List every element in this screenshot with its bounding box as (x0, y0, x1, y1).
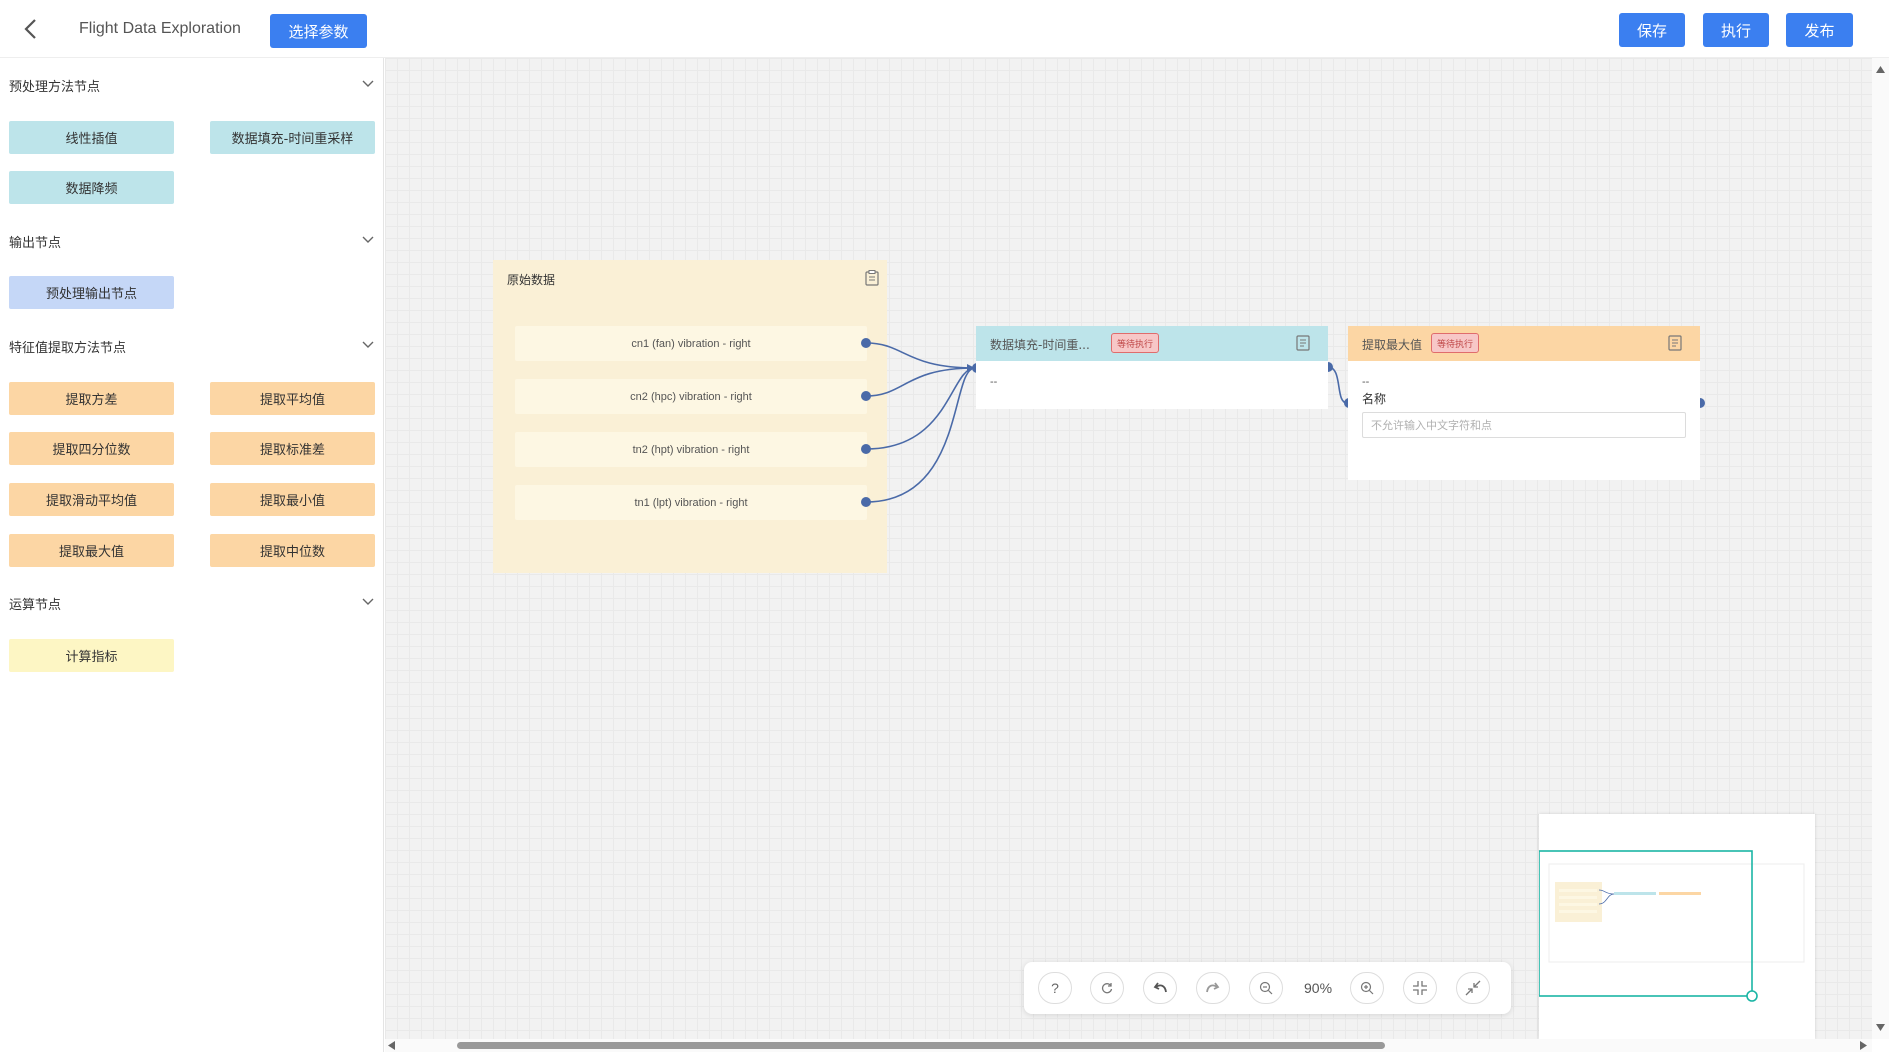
section-title-preprocess[interactable]: 预处理方法节点 (9, 76, 100, 95)
zoom-in-button[interactable] (1350, 972, 1384, 1004)
node-chip-stddev[interactable]: 提取标准差 (210, 432, 375, 465)
node-header: 提取最大值 等待执行 (1348, 326, 1700, 361)
help-button[interactable]: ? (1038, 972, 1072, 1004)
node-chip-max[interactable]: 提取最大值 (9, 534, 174, 567)
shrink-icon (1465, 980, 1481, 996)
node-chip-moving-avg[interactable]: 提取滑动平均值 (9, 483, 174, 516)
node-chip-preprocess-output[interactable]: 预处理输出节点 (9, 276, 174, 309)
execute-button[interactable]: 执行 (1703, 13, 1769, 47)
horizontal-scroll-thumb[interactable] (457, 1042, 1385, 1049)
document-icon[interactable] (1668, 335, 1682, 351)
refresh-icon (1101, 983, 1113, 994)
redo-icon (1206, 982, 1220, 993)
node-palette-sidebar: 预处理方法节点 线性插值 数据填充-时间重采样 数据降频 输出节点 预处理输出节… (0, 58, 384, 1052)
section-title-output[interactable]: 输出节点 (9, 232, 61, 251)
extract-max-node[interactable]: 提取最大值 等待执行 -- 名称 (1348, 326, 1700, 480)
section-title-feature-extract[interactable]: 特征值提取方法节点 (9, 337, 126, 356)
refresh-button[interactable] (1090, 972, 1124, 1004)
publish-button[interactable]: 发布 (1786, 13, 1853, 47)
node-header: 数据填充-时间重... 等待执行 (976, 326, 1328, 361)
status-badge: 等待执行 (1431, 333, 1479, 353)
help-icon: ? (1051, 980, 1059, 996)
node-chip-quartile[interactable]: 提取四分位数 (9, 432, 174, 465)
name-input[interactable] (1362, 412, 1686, 438)
node-chip-calc-metric[interactable]: 计算指标 (9, 639, 174, 672)
vertical-scrollbar[interactable] (1872, 58, 1889, 1039)
node-title: 提取最大值 (1362, 338, 1423, 352)
fill-resample-node[interactable]: 数据填充-时间重... 等待执行 -- (976, 326, 1328, 409)
edge[interactable] (865, 342, 976, 369)
node-chip-mean[interactable]: 提取平均值 (210, 382, 375, 415)
node-chip-min[interactable]: 提取最小值 (210, 483, 375, 516)
zoom-out-icon (1259, 981, 1273, 995)
node-title: 数据填充-时间重... (990, 338, 1090, 352)
undo-button[interactable] (1143, 972, 1177, 1004)
canvas-toolbar: ? 90% (1024, 962, 1511, 1014)
output-port[interactable] (861, 391, 871, 401)
compress-icon (1413, 981, 1427, 995)
viewport-resize-handle[interactable] (1746, 990, 1758, 1002)
fit-view-button[interactable] (1403, 972, 1437, 1004)
chevron-down-icon[interactable] (362, 341, 374, 349)
back-arrow-icon[interactable] (20, 16, 44, 42)
output-port[interactable] (861, 444, 871, 454)
chevron-down-icon[interactable] (362, 598, 374, 606)
name-label: 名称 (1362, 392, 1387, 406)
document-icon[interactable] (1296, 335, 1310, 351)
node-chip-linear-interp[interactable]: 线性插值 (9, 121, 174, 154)
undo-icon (1153, 982, 1167, 993)
node-body-text: -- (990, 376, 998, 388)
section-title-compute[interactable]: 运算节点 (9, 594, 61, 613)
node-chip-median[interactable]: 提取中位数 (210, 534, 375, 567)
horizontal-scrollbar[interactable] (385, 1039, 1872, 1052)
node-body-text: -- (1362, 376, 1370, 388)
app-title: Flight Data Exploration (79, 20, 241, 37)
node-chip-fill-resample[interactable]: 数据填充-时间重采样 (210, 121, 375, 154)
edge[interactable] (865, 367, 976, 450)
redo-button[interactable] (1196, 972, 1230, 1004)
chevron-down-icon[interactable] (362, 236, 374, 244)
status-badge: 等待执行 (1111, 333, 1159, 353)
collapse-button[interactable] (1456, 972, 1490, 1004)
chevron-down-icon[interactable] (362, 80, 374, 88)
edge[interactable] (865, 367, 976, 503)
zoom-level: 90% (1304, 980, 1333, 996)
top-bar: Flight Data Exploration 选择参数 保存 执行 发布 (0, 0, 1889, 58)
node-chip-variance[interactable]: 提取方差 (9, 382, 174, 415)
zoom-in-icon (1360, 981, 1374, 995)
select-params-button[interactable]: 选择参数 (270, 14, 367, 48)
save-button[interactable]: 保存 (1619, 13, 1685, 47)
edge[interactable] (1327, 366, 1348, 404)
zoom-out-button[interactable] (1249, 972, 1283, 1004)
horizontal-scroll-track (388, 1041, 1867, 1050)
minimap-preview (1539, 850, 1805, 1002)
flow-canvas[interactable]: 原始数据 cn1 (fan) vibration - right cn2 (hp… (385, 58, 1872, 1039)
output-port[interactable] (861, 338, 871, 348)
vertical-scroll-arrows (1876, 66, 1885, 1031)
output-port[interactable] (861, 497, 871, 507)
node-chip-downsample[interactable]: 数据降频 (9, 171, 174, 204)
minimap[interactable] (1539, 814, 1815, 1039)
